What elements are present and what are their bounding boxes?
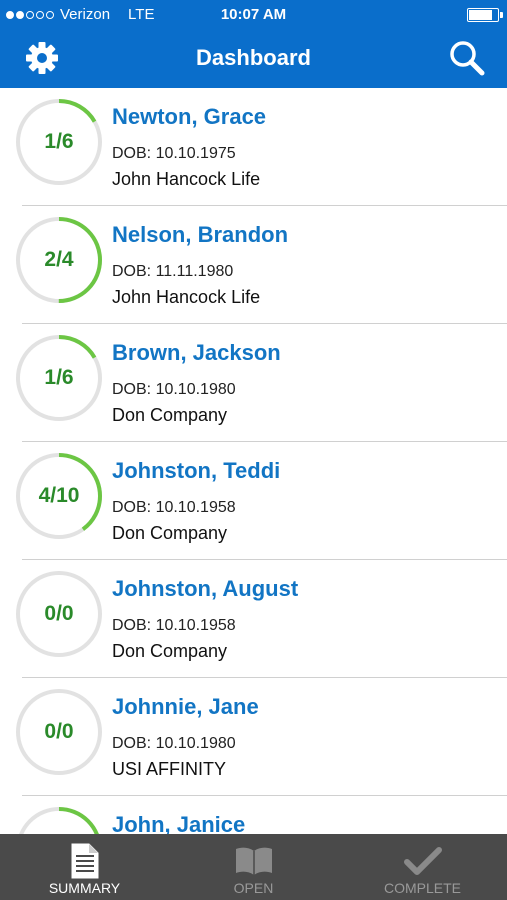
- client-company: John Hancock Life: [112, 169, 261, 189]
- progress-ring: 1/6: [14, 333, 104, 423]
- tab-open[interactable]: OPEN: [169, 834, 338, 900]
- client-dob: DOB: 10.10.1975: [112, 145, 236, 162]
- page-title: Dashboard: [196, 45, 311, 70]
- progress-count: 0/0: [44, 602, 74, 625]
- checkmark-icon: [403, 847, 442, 875]
- client-company: Don Company: [112, 405, 228, 425]
- client-name: John, Janice: [112, 812, 246, 834]
- client-company: John Hancock Life: [112, 287, 261, 307]
- client-name: Brown, Jackson: [112, 340, 281, 365]
- client-list[interactable]: 1/6 Newton, Grace DOB: 10.10.1975 John Hanc…: [0, 88, 507, 834]
- progress-ring: 2/4: [14, 215, 104, 305]
- client-name: Johnston, Teddi: [112, 458, 281, 483]
- progress-count: 0/0: [44, 720, 74, 743]
- open-book-icon: [235, 847, 272, 875]
- client-dob: DOB: 10.10.1980: [112, 735, 236, 752]
- progress-ring: 0/0: [14, 687, 104, 777]
- progress-count: 4/10: [38, 484, 80, 507]
- nav-bar: Dashboard: [0, 30, 507, 88]
- tab-bar: SUMMARY OPEN COMPLETE: [0, 834, 507, 900]
- client-row[interactable]: 1/6 Newton, Grace DOB: 10.10.1975 John Hanc…: [0, 88, 507, 206]
- document-icon: [71, 843, 98, 879]
- client-dob: DOB: 11.11.1980: [112, 263, 234, 280]
- client-name: Newton, Grace: [112, 104, 267, 129]
- client-row[interactable]: 0/0 Johnston, August DOB: 10.10.1958 Don Co…: [0, 560, 507, 678]
- client-name: Johnston, August: [112, 576, 299, 601]
- status-time: 10:07 AM: [220, 6, 287, 23]
- client-name: Nelson, Brandon: [112, 222, 289, 247]
- progress-count: 1/6: [44, 130, 74, 153]
- client-name: Johnnie, Jane: [112, 694, 259, 719]
- client-company: Don Company: [112, 641, 228, 661]
- tab-open-label: OPEN: [233, 880, 274, 896]
- client-company: Don Company: [112, 523, 228, 543]
- search-button[interactable]: [445, 38, 489, 78]
- progress-ring: 4/10: [14, 451, 104, 541]
- client-row[interactable]: 2/4 Nelson, Brandon DOB: 11.11.1980 John Ha…: [0, 206, 507, 324]
- progress-count: 1/6: [44, 366, 74, 389]
- tab-complete[interactable]: COMPLETE: [338, 834, 507, 900]
- progress-ring: 1/6: [14, 97, 104, 187]
- progress-count: 2/4: [44, 248, 74, 271]
- progress-ring: 0/0: [14, 569, 104, 659]
- client-row[interactable]: 1/6 Brown, Jackson DOB: 10.10.1980 Don Comp…: [0, 324, 507, 442]
- progress-count: [14, 805, 104, 834]
- tab-complete-label: COMPLETE: [383, 880, 461, 896]
- client-row[interactable]: 0/0 Johnnie, Jane DOB: 10.10.1980 USI AFFIN…: [0, 678, 507, 796]
- client-row[interactable]: 4/10 Johnston, Teddi DOB: 10.10.1958 Don Co…: [0, 442, 507, 560]
- status-bar: Verizon LTE 10:07 AM: [0, 0, 507, 30]
- client-dob: DOB: 10.10.1958: [112, 499, 236, 516]
- client-dob: DOB: 10.10.1958: [112, 617, 236, 634]
- progress-ring: [14, 805, 104, 834]
- battery-icon: [467, 8, 503, 22]
- client-dob: DOB: 10.10.1980: [112, 381, 236, 398]
- search-icon: [450, 41, 485, 76]
- client-row[interactable]: John, Janice: [0, 796, 507, 834]
- tab-summary[interactable]: SUMMARY: [0, 834, 169, 900]
- client-company: USI AFFINITY: [112, 759, 227, 779]
- tab-summary-label: SUMMARY: [48, 880, 121, 896]
